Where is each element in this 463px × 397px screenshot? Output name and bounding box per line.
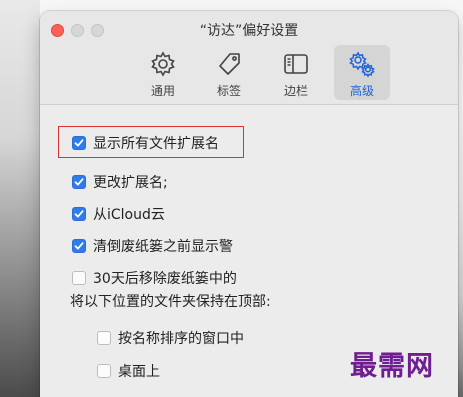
checkbox-unchecked[interactable] — [97, 331, 111, 345]
finder-preferences-window: “访达”偏好设置 通用 标签 边栏 高级 显示所有文件扩展名 更改扩展名; 从i… — [40, 11, 458, 397]
checkbox-checked[interactable] — [72, 175, 86, 189]
sidebar-icon — [284, 54, 308, 74]
gear-icon — [151, 51, 175, 77]
tab-tags[interactable]: 标签 — [201, 45, 257, 100]
tab-sidebar[interactable]: 边栏 — [268, 45, 324, 100]
checkbox-checked[interactable] — [72, 239, 86, 253]
folders-on-top-heading: 将以下位置的文件夹保持在顶部: — [70, 294, 271, 310]
option-label: 清倒废纸篓之前显示警 — [93, 239, 233, 255]
tab-general-label: 通用 — [150, 84, 175, 98]
option-label: 从iCloud云 — [93, 207, 165, 223]
option-label: 更改扩展名; — [93, 175, 168, 191]
tab-advanced[interactable]: 高级 — [334, 45, 390, 100]
window-toolbar: “访达”偏好设置 通用 标签 边栏 高级 — [40, 11, 458, 105]
window-title: “访达”偏好设置 — [199, 23, 299, 39]
option-label: 30天后移除废纸篓中的 — [93, 271, 237, 287]
option-remove-trash-after-30-days[interactable]: 30天后移除废纸篓中的 — [72, 267, 237, 289]
checkmark-icon — [74, 242, 84, 250]
option-label: 显示所有文件扩展名 — [93, 136, 219, 152]
option-folders-top-in-windows[interactable]: 按名称排序的窗口中 — [97, 327, 244, 349]
checkbox-checked[interactable] — [72, 207, 86, 221]
checkmark-icon — [74, 139, 84, 147]
option-show-all-extensions[interactable]: 显示所有文件扩展名 — [72, 132, 219, 154]
checkmark-icon — [74, 210, 84, 218]
option-change-extension-warning[interactable]: 更改扩展名; — [72, 171, 168, 193]
tab-tags-label: 标签 — [216, 84, 241, 98]
tab-sidebar-label: 边栏 — [283, 84, 308, 98]
tab-advanced-label: 高级 — [349, 84, 374, 98]
tab-general[interactable]: 通用 — [135, 45, 191, 100]
desktop-wallpaper-edge — [0, 0, 40, 397]
gears-icon — [349, 51, 375, 78]
option-empty-trash-warning[interactable]: 清倒废纸篓之前显示警 — [72, 235, 233, 257]
option-icloud-warning[interactable]: 从iCloud云 — [72, 203, 165, 225]
checkmark-icon — [74, 178, 84, 186]
option-label: 按名称排序的窗口中 — [118, 331, 244, 347]
checkbox-checked[interactable] — [72, 136, 86, 150]
checkbox-unchecked[interactable] — [97, 364, 111, 378]
option-label: 桌面上 — [118, 364, 160, 380]
option-folders-top-on-desktop[interactable]: 桌面上 — [97, 360, 160, 382]
watermark: 最需网 — [350, 351, 434, 382]
tag-icon — [219, 53, 240, 75]
checkbox-unchecked[interactable] — [72, 271, 86, 285]
